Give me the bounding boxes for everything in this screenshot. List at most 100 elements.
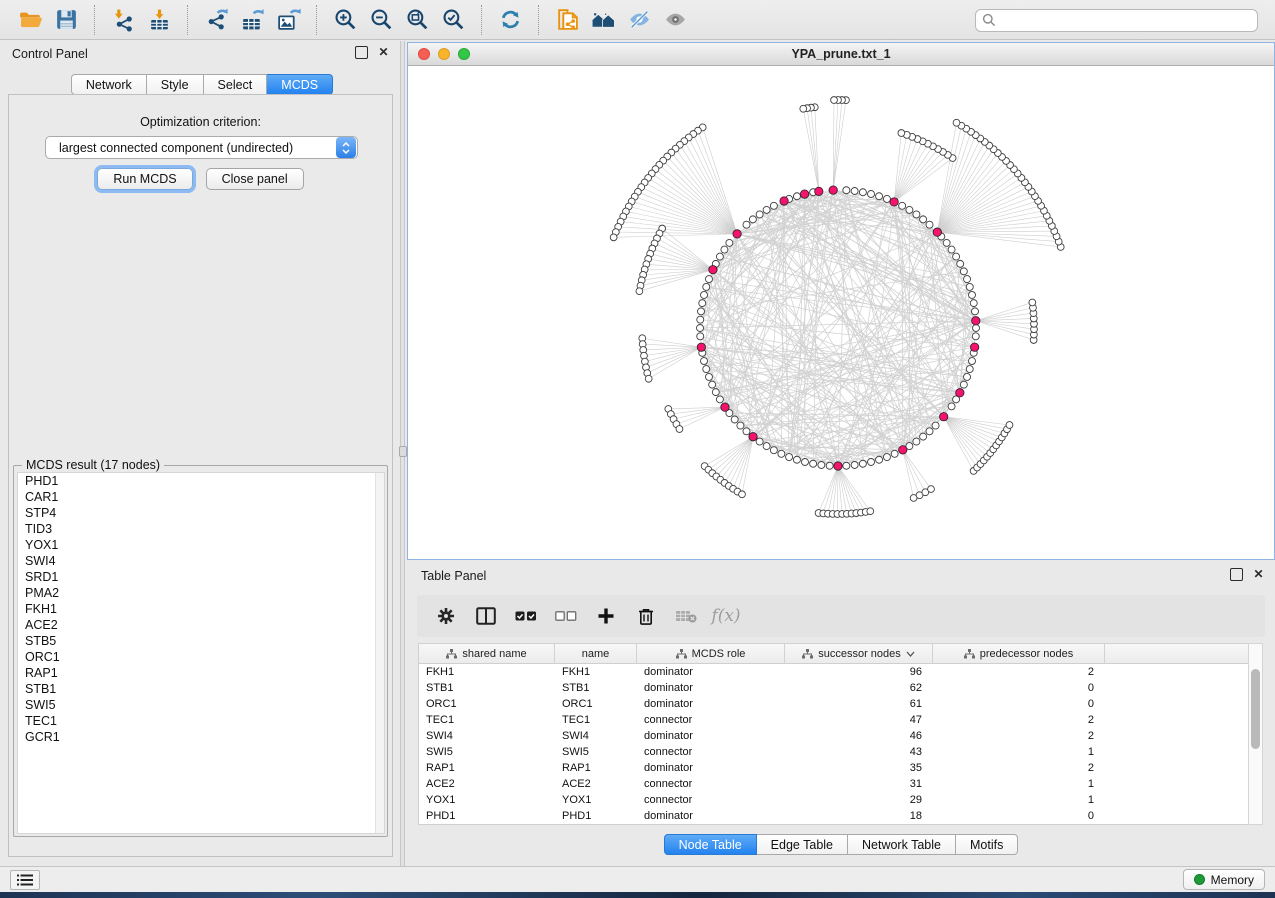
search-input[interactable] (975, 9, 1258, 32)
tab-mcds[interactable]: MCDS (267, 74, 333, 95)
tab-motifs[interactable]: Motifs (956, 834, 1018, 855)
tab-network-table[interactable]: Network Table (848, 834, 956, 855)
network-window-titlebar[interactable]: YPA_prune.txt_1 (408, 43, 1274, 66)
table-cell[interactable]: dominator (637, 696, 785, 712)
mcds-result-list[interactable]: PHD1CAR1STP4TID3YOX1SWI4SRD1PMA2FKH1ACE2… (17, 472, 385, 834)
mcds-result-item[interactable]: SWI5 (18, 697, 384, 713)
first-neighbors-icon[interactable] (585, 5, 621, 35)
show-all-icon[interactable] (657, 5, 693, 35)
run-mcds-button[interactable]: Run MCDS (97, 168, 192, 190)
table-cell[interactable]: 1 (933, 792, 1105, 808)
table-row[interactable]: SWI5SWI5connector431 (419, 744, 1248, 760)
table-cell[interactable]: dominator (637, 664, 785, 680)
mcds-result-item[interactable]: TEC1 (18, 713, 384, 729)
import-network-icon[interactable] (105, 5, 141, 35)
mcds-result-item[interactable]: PMA2 (18, 585, 384, 601)
table-cell[interactable]: RAP1 (419, 760, 555, 776)
import-table-icon[interactable] (141, 5, 177, 35)
window-minimize-icon[interactable] (438, 48, 450, 60)
hide-selected-icon[interactable] (621, 5, 657, 35)
table-cell[interactable]: 0 (933, 680, 1105, 696)
table-cell[interactable]: ACE2 (555, 776, 637, 792)
mcds-result-item[interactable]: YOX1 (18, 537, 384, 553)
table-cell[interactable]: 2 (933, 760, 1105, 776)
zoom-selected-icon[interactable] (435, 5, 471, 35)
float-panel-icon[interactable] (355, 46, 368, 59)
table-cell[interactable]: FKH1 (419, 664, 555, 680)
table-cell[interactable]: dominator (637, 728, 785, 744)
zoom-fit-icon[interactable] (399, 5, 435, 35)
tab-node-table[interactable]: Node Table (664, 834, 757, 855)
column-header-successor-nodes[interactable]: successor nodes (785, 644, 933, 663)
export-network-icon[interactable] (198, 5, 234, 35)
mcds-result-item[interactable]: STB1 (18, 681, 384, 697)
mcds-result-item[interactable]: ORC1 (18, 649, 384, 665)
table-cell[interactable]: connector (637, 712, 785, 728)
table-cell[interactable]: ORC1 (419, 696, 555, 712)
table-row[interactable]: ORC1ORC1dominator610 (419, 696, 1248, 712)
table-cell[interactable]: PHD1 (555, 808, 637, 824)
table-cell[interactable]: 46 (785, 728, 933, 744)
table-cell[interactable]: SWI4 (419, 728, 555, 744)
close-table-panel-icon[interactable]: ✕ (1252, 568, 1265, 581)
table-cell[interactable]: 35 (785, 760, 933, 776)
refresh-icon[interactable] (492, 5, 528, 35)
duplicate-network-icon[interactable] (549, 5, 585, 35)
close-panel-button[interactable]: Close panel (206, 168, 304, 190)
column-header-shared-name[interactable]: shared name (419, 644, 555, 663)
table-cell[interactable]: 47 (785, 712, 933, 728)
table-row[interactable]: ACE2ACE2connector311 (419, 776, 1248, 792)
mcds-result-item[interactable]: STP4 (18, 505, 384, 521)
delete-column-icon[interactable] (629, 601, 663, 631)
table-cell[interactable]: 2 (933, 712, 1105, 728)
mcds-result-item[interactable]: ACE2 (18, 617, 384, 633)
table-cell[interactable]: connector (637, 792, 785, 808)
table-row[interactable]: PHD1PHD1dominator180 (419, 808, 1248, 824)
table-cell[interactable]: 1 (933, 744, 1105, 760)
select-all-rows-icon[interactable] (509, 601, 543, 631)
table-cell[interactable]: dominator (637, 808, 785, 824)
table-cell[interactable]: 61 (785, 696, 933, 712)
deselect-all-rows-icon[interactable] (549, 601, 583, 631)
column-header-MCDS-role[interactable]: MCDS role (637, 644, 785, 663)
column-header-name[interactable]: name (555, 644, 637, 663)
export-image-icon[interactable] (270, 5, 306, 35)
table-cell[interactable]: STB1 (555, 680, 637, 696)
mcds-result-item[interactable]: CAR1 (18, 489, 384, 505)
tab-edge-table[interactable]: Edge Table (757, 834, 848, 855)
mcds-result-item[interactable]: SRD1 (18, 569, 384, 585)
table-row[interactable]: FKH1FKH1dominator962 (419, 664, 1248, 680)
panel-splitter[interactable] (400, 41, 405, 866)
table-scrollbar-thumb[interactable] (1251, 669, 1260, 749)
table-cell[interactable]: connector (637, 776, 785, 792)
table-cell[interactable]: ORC1 (555, 696, 637, 712)
table-row[interactable]: SWI4SWI4dominator462 (419, 728, 1248, 744)
mcds-result-item[interactable]: PHD1 (18, 473, 384, 489)
status-menu-button[interactable] (10, 870, 40, 890)
table-cell[interactable]: 2 (933, 728, 1105, 744)
mcds-result-item[interactable]: RAP1 (18, 665, 384, 681)
table-cell[interactable]: dominator (637, 760, 785, 776)
splitter-handle[interactable] (399, 446, 407, 457)
table-cell[interactable]: 31 (785, 776, 933, 792)
table-row[interactable]: YOX1YOX1connector291 (419, 792, 1248, 808)
close-panel-icon[interactable]: ✕ (377, 46, 390, 59)
table-cell[interactable]: FKH1 (555, 664, 637, 680)
tab-network[interactable]: Network (71, 74, 147, 95)
mcds-result-item[interactable]: SWI4 (18, 553, 384, 569)
mcds-result-item[interactable]: GCR1 (18, 729, 384, 745)
table-row[interactable]: RAP1RAP1dominator352 (419, 760, 1248, 776)
table-cell[interactable]: SWI4 (555, 728, 637, 744)
table-cell[interactable]: TEC1 (419, 712, 555, 728)
list-scrollbar[interactable] (375, 473, 384, 833)
table-cell[interactable]: YOX1 (419, 792, 555, 808)
tab-style[interactable]: Style (147, 74, 204, 95)
table-cell[interactable]: PHD1 (419, 808, 555, 824)
zoom-in-icon[interactable] (327, 5, 363, 35)
table-cell[interactable]: 1 (933, 776, 1105, 792)
table-cell[interactable]: 0 (933, 696, 1105, 712)
column-header-predecessor-nodes[interactable]: predecessor nodes (933, 644, 1105, 663)
table-cell[interactable]: TEC1 (555, 712, 637, 728)
table-scrollbar[interactable] (1248, 643, 1263, 825)
table-cell[interactable]: RAP1 (555, 760, 637, 776)
